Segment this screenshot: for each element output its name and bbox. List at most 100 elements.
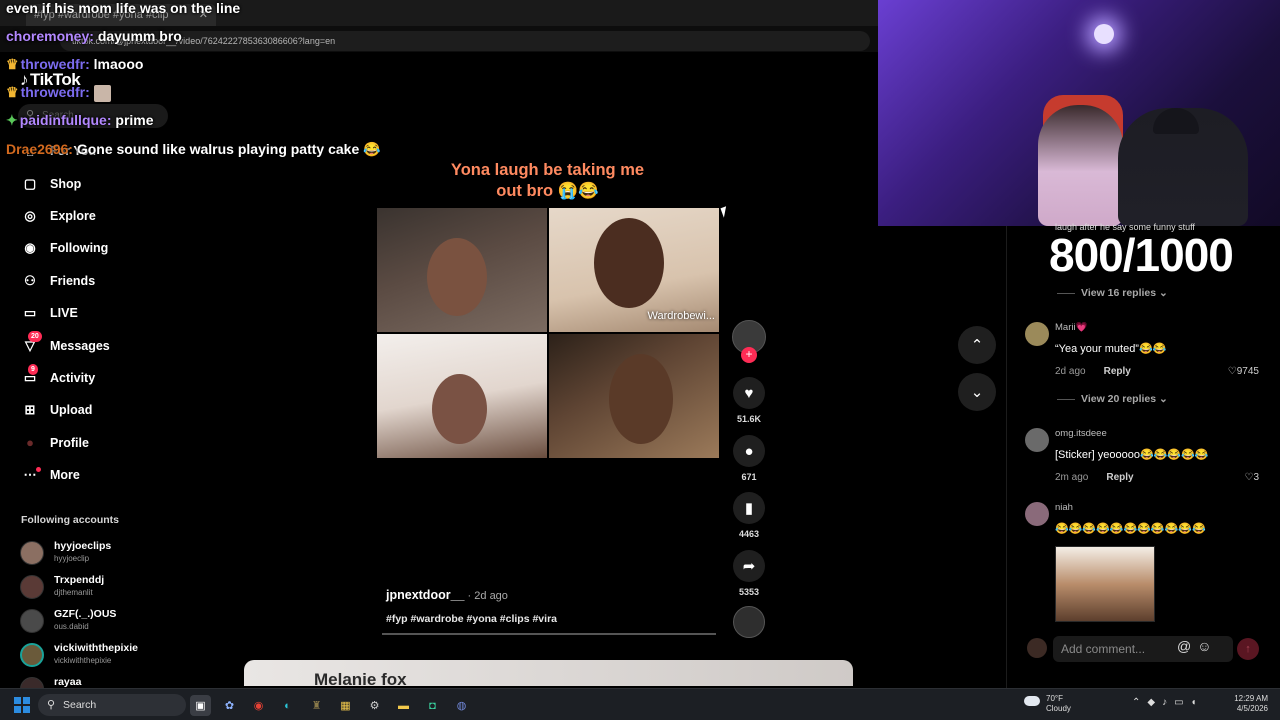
- account-name: Trxpenddj: [54, 574, 105, 586]
- windows-logo-pane: [14, 697, 21, 704]
- task-view-icon[interactable]: ▣: [190, 695, 211, 716]
- following-accounts-list: hyyjoeclips hyyjoeclip Trxpenddj djthema…: [20, 537, 180, 707]
- sidebar-item-more[interactable]: ⋯ More: [20, 459, 170, 491]
- sidebar-item-label: Friends: [50, 273, 96, 288]
- video-overlay-caption: Yona laugh be taking me out bro 😭😂: [440, 160, 655, 202]
- chrome-icon[interactable]: ◉: [248, 695, 269, 716]
- save-count: 4463: [738, 529, 760, 539]
- chat-username: throwedfr:: [20, 56, 90, 72]
- network-icon[interactable]: ▭: [1174, 697, 1190, 708]
- activity-badge: 9: [28, 363, 38, 375]
- video-hashtags[interactable]: #fyp #wardrobe #yona #clips #vira: [386, 613, 557, 625]
- view-replies-button[interactable]: View 20 replies ⌄: [1057, 393, 1168, 405]
- microphone-icon[interactable]: ♪: [1162, 697, 1174, 708]
- heart-icon: ♥: [733, 377, 765, 409]
- avatar[interactable]: [1025, 322, 1049, 346]
- previous-video-button[interactable]: ⌃: [958, 326, 996, 364]
- video-player[interactable]: Wardrobewi...: [377, 208, 720, 460]
- view-replies-button[interactable]: View 16 replies ⌄: [1057, 287, 1168, 299]
- avatar[interactable]: [1025, 502, 1049, 526]
- chat-message: ✦ paidinfullque: prime: [6, 112, 154, 129]
- comment-text: 😂😂😂😂😂😂😂😂😂😂😂: [1055, 523, 1206, 535]
- comment-like-button[interactable]: ♡3: [1244, 472, 1259, 483]
- following-account[interactable]: hyyjoeclips hyyjoeclip: [20, 537, 180, 571]
- account-handle: hyyjoeclip: [54, 554, 90, 563]
- chat-username: Drae2696:: [6, 141, 73, 157]
- reply-button[interactable]: Reply: [1104, 366, 1131, 377]
- comment-meta: 2m ago Reply: [1055, 472, 1134, 483]
- chat-message: even if his mom life was on the line: [6, 0, 240, 16]
- sidebar-item-label: Shop: [50, 176, 82, 191]
- comments-panel: laugh after he say some funny stuff 800/…: [1006, 222, 1280, 692]
- caption-line: out bro 😭😂: [496, 182, 599, 200]
- comment-button[interactable]: ● 671: [733, 435, 765, 482]
- sidebar-item-messages[interactable]: ▽ 20 Messages: [20, 329, 170, 361]
- file-explorer-icon[interactable]: ▬: [393, 695, 414, 716]
- following-account[interactable]: vickiwiththepixie vickiwiththepixie: [20, 639, 180, 673]
- app-icon[interactable]: ♜: [306, 695, 327, 716]
- sidebar-item-friends[interactable]: ⚇ Friends: [20, 265, 170, 297]
- system-clock[interactable]: 12:29 AM 4/5/2026: [1226, 694, 1268, 714]
- weather-temp: 70°F: [1046, 694, 1063, 703]
- next-video-button[interactable]: ⌄: [958, 373, 996, 411]
- settings-icon[interactable]: ⚙: [364, 695, 385, 716]
- profile-avatar-icon: ●: [26, 435, 34, 451]
- comment-count: 671: [741, 472, 757, 482]
- app-tray-icon[interactable]: ◆: [1147, 697, 1162, 708]
- save-button[interactable]: ▮ 4463: [733, 492, 765, 539]
- share-button[interactable]: ➦ 5353: [733, 550, 765, 597]
- sidebar-item-shop[interactable]: ▢ Shop: [20, 167, 170, 199]
- store-icon[interactable]: ▦: [335, 695, 356, 716]
- avatar[interactable]: [1025, 428, 1049, 452]
- sidebar-item-label: LIVE: [50, 306, 78, 321]
- live-tv-icon: ▭: [23, 305, 37, 321]
- sidebar-item-explore[interactable]: ◎ Explore: [20, 200, 170, 232]
- follow-plus-icon[interactable]: +: [741, 347, 757, 363]
- discord-icon[interactable]: ◍: [451, 695, 472, 716]
- bookmark-icon: ▮: [733, 492, 765, 524]
- windows-start-button[interactable]: [14, 697, 30, 713]
- comment-username[interactable]: omg.itsdeee: [1055, 428, 1107, 439]
- weather-widget[interactable]: 70°F Cloudy: [1024, 694, 1071, 714]
- account-handle: djthemanlit: [54, 588, 93, 597]
- comment-username[interactable]: Marii💗: [1055, 322, 1087, 333]
- chat-text: dayumm bro: [97, 28, 182, 44]
- windows-logo-pane: [23, 706, 30, 713]
- post-comment-button[interactable]: ↑: [1237, 638, 1259, 660]
- following-avatar-icon: ◉: [24, 240, 36, 256]
- video-progress-bar[interactable]: [382, 633, 716, 635]
- comment-like-button[interactable]: ♡9745: [1228, 366, 1259, 377]
- sidebar-item-upload[interactable]: ⊞ Upload: [20, 394, 170, 426]
- streaming-app-icon[interactable]: ◘: [422, 695, 443, 716]
- like-button[interactable]: ♥ 51.6K: [733, 377, 765, 424]
- comment-username[interactable]: niah: [1055, 502, 1073, 513]
- following-account[interactable]: Trxpenddj djthemanlit: [20, 571, 180, 605]
- messages-badge: 20: [28, 331, 42, 343]
- taskbar-search[interactable]: ⚲ Search: [38, 694, 186, 716]
- music-disc-icon[interactable]: [733, 606, 765, 638]
- account-name: hyyjoeclips: [54, 540, 112, 552]
- chevron-up-icon[interactable]: ⌃: [1132, 697, 1147, 708]
- sidebar-item-following[interactable]: ◉ Following: [20, 232, 170, 264]
- edge-icon[interactable]: ◐: [277, 695, 298, 716]
- next-video-preview[interactable]: Melanie fox: [244, 660, 853, 686]
- chat-username: throwedfr:: [20, 84, 90, 100]
- mention-icon[interactable]: @: [1177, 638, 1197, 654]
- sidebar-item-label: Messages: [50, 338, 110, 353]
- volume-icon[interactable]: ◖: [1191, 697, 1204, 708]
- account-handle: vickiwiththepixie: [54, 656, 112, 665]
- emoji-icon[interactable]: ☺: [1197, 638, 1217, 654]
- reply-button[interactable]: Reply: [1106, 472, 1133, 483]
- copilot-icon[interactable]: ✿: [219, 695, 240, 716]
- stream-goal-counter: 800/1000: [1049, 229, 1234, 281]
- chevron-down-icon: ⌄: [1159, 287, 1168, 299]
- person-face: [427, 238, 487, 316]
- windows-logo-pane: [23, 697, 30, 704]
- sidebar-item-activity[interactable]: ▭ 9 Activity: [20, 362, 170, 394]
- following-account[interactable]: GZF(._.)OUS ous.dabid: [20, 605, 180, 639]
- sidebar-item-live[interactable]: ▭ LIVE: [20, 297, 170, 329]
- sidebar-item-label: Profile: [50, 435, 89, 450]
- next-video-text: Melanie fox: [314, 670, 407, 686]
- sidebar-item-profile[interactable]: ● Profile: [20, 427, 170, 459]
- video-author[interactable]: jpnextdoor__ · 2d ago: [386, 588, 508, 602]
